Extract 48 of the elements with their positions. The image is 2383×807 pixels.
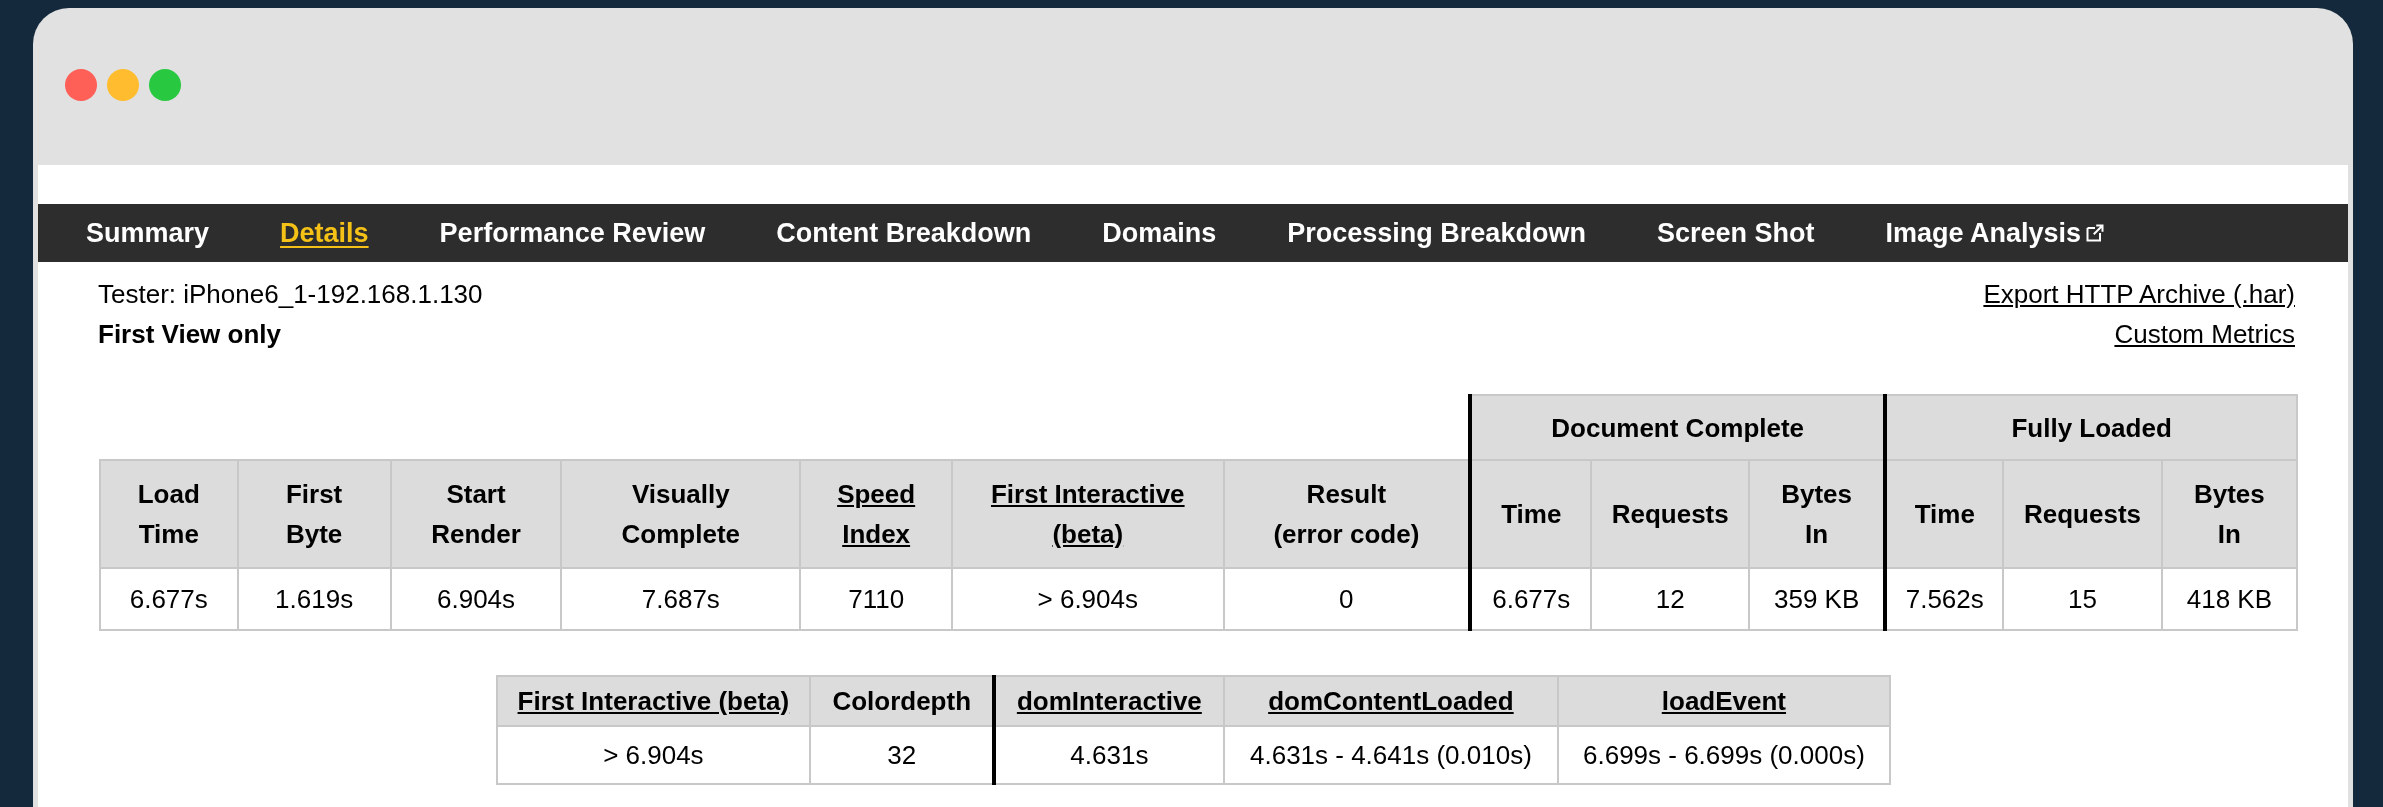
view-label: First View only bbox=[98, 318, 282, 351]
header-link[interactable]: domContentLoaded bbox=[1268, 683, 1514, 719]
table-cell: 7110 bbox=[800, 568, 952, 630]
nav-tab[interactable]: Details bbox=[280, 217, 369, 249]
zoom-window-icon[interactable] bbox=[149, 68, 181, 101]
header-cell: Result (error code) bbox=[1223, 460, 1471, 568]
table-cell: 7.562s bbox=[1885, 568, 2004, 630]
nav-tab[interactable]: Domains bbox=[1102, 217, 1217, 249]
download-link[interactable]: Custom Metrics bbox=[2114, 314, 2295, 354]
table-cell: > 6.904s bbox=[496, 726, 811, 784]
header-link[interactable]: loadEvent bbox=[1661, 683, 1787, 719]
group-header: Document Complete bbox=[1470, 395, 1886, 460]
close-window-icon[interactable] bbox=[65, 68, 97, 101]
table-cell: 6.677s bbox=[1470, 568, 1592, 630]
table-cell: 418 KB bbox=[2161, 568, 2297, 630]
header-cell: Time bbox=[1885, 460, 2004, 568]
tester-label: Tester: iPhone6_1-192.168.1.130 bbox=[98, 278, 483, 311]
header-cell: Bytes In bbox=[2161, 460, 2297, 568]
nav-tab[interactable]: Processing Breakdown bbox=[1287, 217, 1586, 249]
table-cell: > 6.904s bbox=[952, 568, 1224, 630]
header-cell: Visually Complete bbox=[561, 460, 801, 568]
table-cell: 6.699s - 6.699s (0.000s) bbox=[1558, 726, 1890, 784]
header-cell: Requests bbox=[1591, 460, 1750, 568]
header-cell: First Byte bbox=[237, 460, 391, 568]
header-link[interactable]: domInteractive bbox=[1016, 683, 1202, 719]
table-cell: 6.904s bbox=[390, 568, 562, 630]
header-cell: Bytes In bbox=[1749, 460, 1886, 568]
table-cell: 4.631s - 4.641s (0.010s) bbox=[1223, 726, 1559, 784]
nav-tab[interactable]: Image Analysis bbox=[1885, 217, 2106, 249]
nav-tab[interactable]: Screen Shot bbox=[1656, 217, 1815, 249]
header-cell: Start Render bbox=[390, 460, 562, 568]
header-cell: Colordepth bbox=[810, 676, 995, 726]
nav-tab[interactable]: Performance Review bbox=[439, 217, 706, 249]
table-cell: 7.687s bbox=[561, 568, 801, 630]
table-cell: 4.631s bbox=[994, 726, 1224, 784]
group-header: Fully Loaded bbox=[1885, 395, 2297, 460]
header-cell: Load Time bbox=[100, 460, 238, 568]
minimize-window-icon[interactable] bbox=[107, 68, 139, 101]
nav-tab[interactable]: Content Breakdown bbox=[776, 217, 1032, 249]
nav-tab[interactable]: Summary bbox=[86, 217, 210, 249]
table-cell: 1.619s bbox=[237, 568, 391, 630]
header-cell: Time bbox=[1470, 460, 1592, 568]
table-cell: 12 bbox=[1591, 568, 1750, 630]
table-cell: 15 bbox=[2003, 568, 2162, 630]
header-link[interactable]: First Interactive (beta) bbox=[517, 683, 790, 719]
table-cell: 6.677s bbox=[100, 568, 238, 630]
header-cell: Requests bbox=[2003, 460, 2162, 568]
download-link[interactable]: Export HTTP Archive (.har) bbox=[1983, 274, 2295, 314]
